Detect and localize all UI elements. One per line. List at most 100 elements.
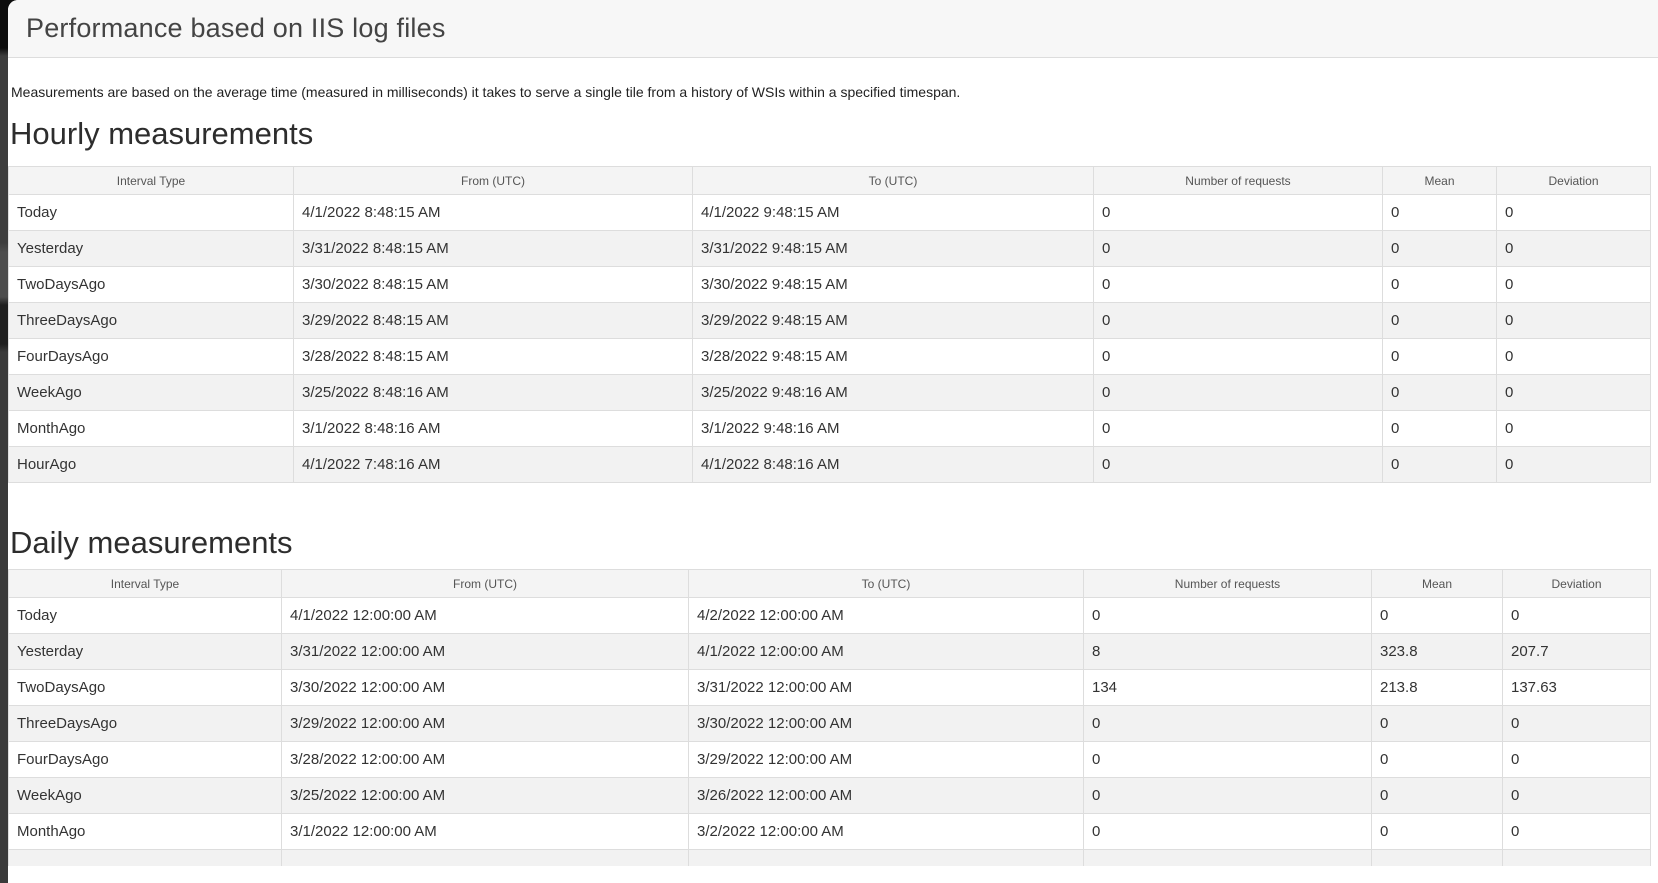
to-utc-cell: 3/26/2022 12:00:00 AM xyxy=(689,778,1084,814)
deviation-cell: 0 xyxy=(1497,411,1651,447)
mean-cell: 0 xyxy=(1372,598,1503,634)
deviation-cell: 0 xyxy=(1497,231,1651,267)
table-row: WeekAgo3/25/2022 8:48:16 AM3/25/2022 9:4… xyxy=(9,375,1651,411)
interval-type-cell: Today xyxy=(9,195,294,231)
interval-type-cell: FourDaysAgo xyxy=(9,742,282,778)
interval-type-cell: TwoDaysAgo xyxy=(9,670,282,706)
to-utc-cell: 4/1/2022 9:48:15 AM xyxy=(693,195,1094,231)
from-utc-cell: 3/31/2022 12:00:00 AM xyxy=(282,634,689,670)
header-row: Interval TypeFrom (UTC)To (UTC)Number of… xyxy=(9,167,1651,195)
deviation-cell: 0 xyxy=(1497,303,1651,339)
to-utc-cell: 3/30/2022 12:00:00 AM xyxy=(689,706,1084,742)
deviation-cell: 137.63 xyxy=(1503,670,1651,706)
mean-cell: 0 xyxy=(1383,411,1497,447)
from-utc-cell: 3/30/2022 12:00:00 AM xyxy=(282,670,689,706)
to-utc-cell: 3/30/2022 9:48:15 AM xyxy=(693,267,1094,303)
from-utc-cell: 3/28/2022 12:00:00 AM xyxy=(282,742,689,778)
page-description: Measurements are based on the average ti… xyxy=(11,82,1650,102)
from-utc-cell: 3/29/2022 8:48:15 AM xyxy=(294,303,693,339)
table-row: ThreeDaysAgo3/29/2022 8:48:15 AM3/29/202… xyxy=(9,303,1651,339)
number-of-requests-cell: 0 xyxy=(1094,303,1383,339)
to-utc-cell: 3/29/2022 9:48:15 AM xyxy=(693,303,1094,339)
column-header-deviation: Deviation xyxy=(1503,570,1651,598)
to-utc-cell: 3/31/2022 12:00:00 AM xyxy=(689,670,1084,706)
number-of-requests-cell: 0 xyxy=(1094,447,1383,483)
number-of-requests-cell: 8 xyxy=(1084,634,1372,670)
number-of-requests-cell: 0 xyxy=(1084,706,1372,742)
mean-cell: 0 xyxy=(1383,267,1497,303)
deviation-cell: 0 xyxy=(1503,598,1651,634)
deviation-cell: 0 xyxy=(1497,339,1651,375)
table-row: WeekAgo3/25/2022 12:00:00 AM3/26/2022 12… xyxy=(9,778,1651,814)
number-of-requests-cell: 0 xyxy=(1084,598,1372,634)
number-of-requests-cell xyxy=(1084,850,1372,866)
mean-cell: 0 xyxy=(1372,706,1503,742)
number-of-requests-cell: 134 xyxy=(1084,670,1372,706)
to-utc-cell: 3/2/2022 12:00:00 AM xyxy=(689,814,1084,850)
hourly-table: Interval TypeFrom (UTC)To (UTC)Number of… xyxy=(8,166,1651,483)
to-utc-cell: 3/25/2022 9:48:16 AM xyxy=(693,375,1094,411)
number-of-requests-cell: 0 xyxy=(1094,267,1383,303)
table-row: ThreeDaysAgo3/29/2022 12:00:00 AM3/30/20… xyxy=(9,706,1651,742)
table-row: MonthAgo3/1/2022 8:48:16 AM3/1/2022 9:48… xyxy=(9,411,1651,447)
interval-type-cell: TwoDaysAgo xyxy=(9,267,294,303)
interval-type-cell: Yesterday xyxy=(9,231,294,267)
column-header-interval-type: Interval Type xyxy=(9,167,294,195)
interval-type-cell: ThreeDaysAgo xyxy=(9,303,294,339)
number-of-requests-cell: 0 xyxy=(1094,375,1383,411)
interval-type-cell: WeekAgo xyxy=(9,375,294,411)
mean-cell: 213.8 xyxy=(1372,670,1503,706)
to-utc-cell: 3/29/2022 12:00:00 AM xyxy=(689,742,1084,778)
deviation-cell: 0 xyxy=(1497,195,1651,231)
column-header-number-of-requests: Number of requests xyxy=(1094,167,1383,195)
mean-cell: 0 xyxy=(1383,375,1497,411)
number-of-requests-cell: 0 xyxy=(1084,742,1372,778)
interval-type-cell: Today xyxy=(9,598,282,634)
column-header-deviation: Deviation xyxy=(1497,167,1651,195)
table-row: MonthAgo3/1/2022 12:00:00 AM3/2/2022 12:… xyxy=(9,814,1651,850)
table-row: Today4/1/2022 12:00:00 AM4/2/2022 12:00:… xyxy=(9,598,1651,634)
table-row: Today4/1/2022 8:48:15 AM4/1/2022 9:48:15… xyxy=(9,195,1651,231)
number-of-requests-cell: 0 xyxy=(1084,814,1372,850)
interval-type-cell: MonthAgo xyxy=(9,411,294,447)
mean-cell: 0 xyxy=(1383,195,1497,231)
mean-cell: 0 xyxy=(1383,339,1497,375)
number-of-requests-cell: 0 xyxy=(1094,195,1383,231)
deviation-cell: 0 xyxy=(1503,742,1651,778)
table-row: FourDaysAgo3/28/2022 12:00:00 AM3/29/202… xyxy=(9,742,1651,778)
to-utc-cell: 3/31/2022 9:48:15 AM xyxy=(693,231,1094,267)
table-row: FourDaysAgo3/28/2022 8:48:15 AM3/28/2022… xyxy=(9,339,1651,375)
deviation-cell: 0 xyxy=(1497,447,1651,483)
app-panel: Performance based on IIS log files Measu… xyxy=(8,0,1658,883)
daily-heading: Daily measurements xyxy=(10,525,1650,561)
interval-type-cell: ThreeDaysAgo xyxy=(9,706,282,742)
from-utc-cell: 4/1/2022 12:00:00 AM xyxy=(282,598,689,634)
deviation-cell: 0 xyxy=(1503,706,1651,742)
number-of-requests-cell: 0 xyxy=(1094,411,1383,447)
mean-cell: 0 xyxy=(1372,778,1503,814)
from-utc-cell: 3/30/2022 8:48:15 AM xyxy=(294,267,693,303)
interval-type-cell: Yesterday xyxy=(9,634,282,670)
column-header-mean: Mean xyxy=(1383,167,1497,195)
to-utc-cell: 3/28/2022 9:48:15 AM xyxy=(693,339,1094,375)
column-header-to-utc: To (UTC) xyxy=(689,570,1084,598)
column-header-number-of-requests: Number of requests xyxy=(1084,570,1372,598)
mean-cell: 0 xyxy=(1383,231,1497,267)
from-utc-cell xyxy=(282,850,689,866)
to-utc-cell xyxy=(689,850,1084,866)
daily-table: Interval TypeFrom (UTC)To (UTC)Number of… xyxy=(8,569,1651,866)
to-utc-cell: 3/1/2022 9:48:16 AM xyxy=(693,411,1094,447)
from-utc-cell: 3/1/2022 12:00:00 AM xyxy=(282,814,689,850)
hourly-heading: Hourly measurements xyxy=(10,116,1650,152)
from-utc-cell: 3/28/2022 8:48:15 AM xyxy=(294,339,693,375)
table-row: Yesterday3/31/2022 8:48:15 AM3/31/2022 9… xyxy=(9,231,1651,267)
deviation-cell: 0 xyxy=(1503,814,1651,850)
interval-type-cell: FourDaysAgo xyxy=(9,339,294,375)
mean-cell: 323.8 xyxy=(1372,634,1503,670)
window-edge-strip xyxy=(0,0,8,883)
column-header-from-utc: From (UTC) xyxy=(294,167,693,195)
interval-type-cell: WeekAgo xyxy=(9,778,282,814)
deviation-cell xyxy=(1503,850,1651,866)
column-header-mean: Mean xyxy=(1372,570,1503,598)
number-of-requests-cell: 0 xyxy=(1084,778,1372,814)
